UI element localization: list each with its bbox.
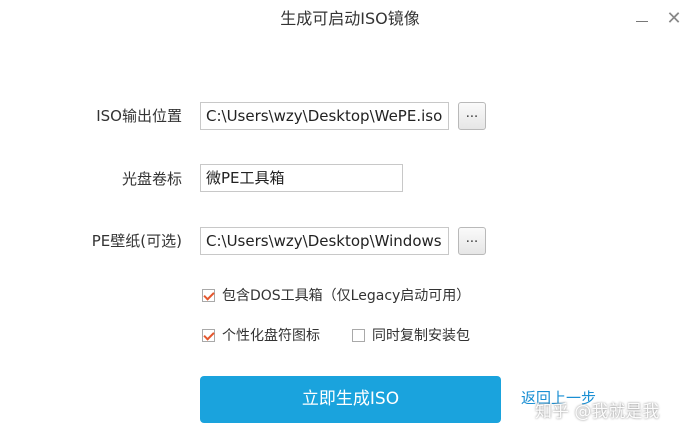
iso-output-label: ISO输出位置 — [96, 107, 182, 125]
personalize-icons-label: 个性化盘符图标 — [222, 328, 320, 344]
copy-installer-label: 同时复制安装包 — [372, 328, 470, 344]
copy-installer-option[interactable]: 同时复制安装包 — [352, 325, 470, 345]
include-dos-checkbox[interactable] — [202, 288, 215, 302]
wallpaper-label: PE壁纸(可选) — [91, 232, 182, 250]
watermark: 知乎 @我就是我 — [535, 402, 660, 422]
personalize-icons-checkbox[interactable] — [202, 328, 215, 342]
close-button[interactable]: ✕ — [664, 9, 684, 29]
close-icon: ✕ — [666, 8, 682, 29]
wallpaper-browse-button[interactable]: ... — [458, 227, 486, 255]
generate-iso-button[interactable]: 立即生成ISO — [200, 376, 501, 423]
minimize-icon — [636, 20, 648, 22]
iso-output-browse-button[interactable]: ... — [458, 102, 486, 130]
personalize-icons-option[interactable]: 个性化盘符图标 — [202, 325, 320, 345]
volume-label-field[interactable]: 微PE工具箱 — [200, 164, 403, 192]
wallpaper-field[interactable]: C:\Users\wzy\Desktop\Windows — [200, 227, 449, 255]
volume-label-label: 光盘卷标 — [121, 170, 182, 188]
iso-output-field[interactable]: C:\Users\wzy\Desktop\WePE.iso — [200, 102, 449, 130]
include-dos-option[interactable]: 包含DOS工具箱（仅Legacy启动可用） — [202, 285, 470, 305]
window-title: 生成可启动ISO镜像 — [280, 9, 420, 28]
include-dos-label: 包含DOS工具箱（仅Legacy启动可用） — [222, 288, 471, 304]
minimize-button[interactable] — [632, 9, 652, 29]
copy-installer-checkbox[interactable] — [352, 328, 365, 342]
